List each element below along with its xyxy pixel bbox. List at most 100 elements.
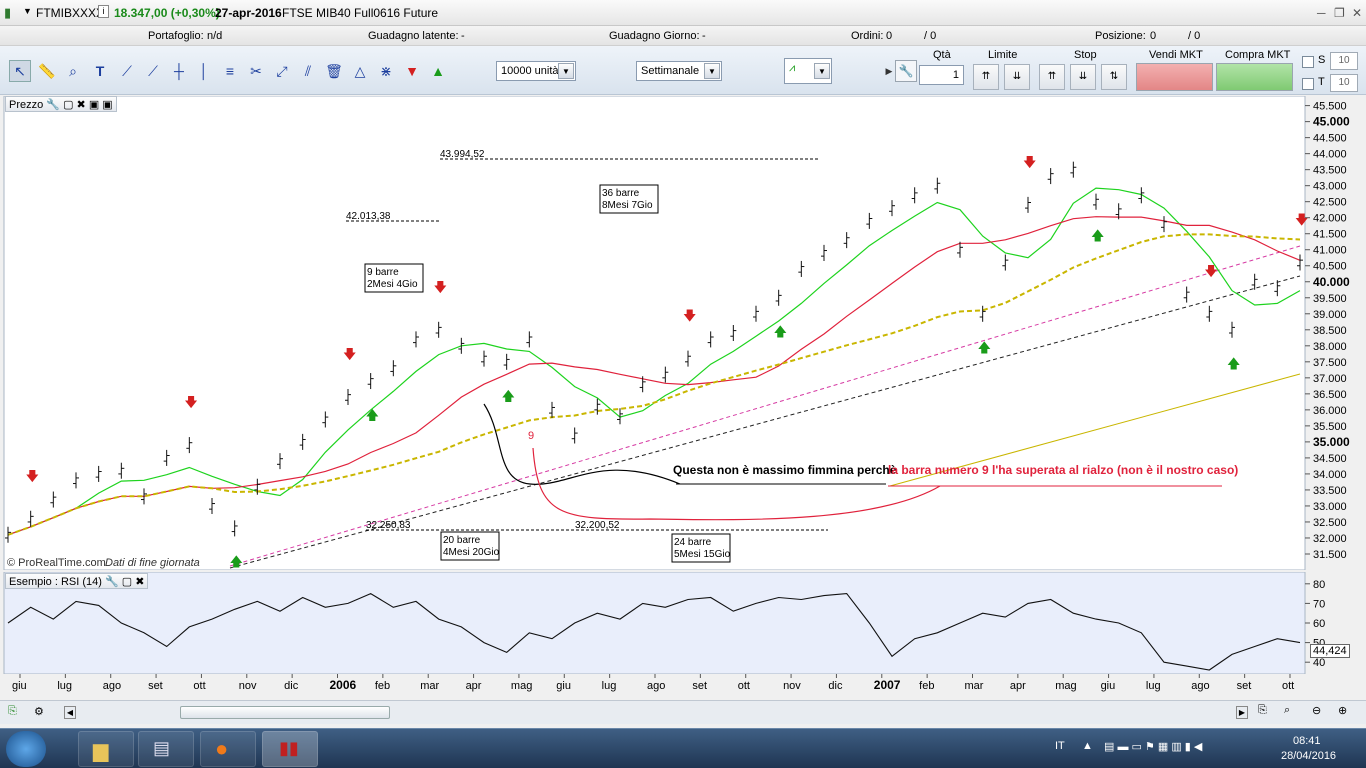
- price-y-axis: 45.500 45.000 44.500 44.000 43.500 43.000 42.5…: [1305, 101, 1350, 561]
- app-taskbar-button[interactable]: ▤: [138, 731, 194, 767]
- price-panel-header[interactable]: Prezzo 🔧 ▢ ✖ ▣ ▣: [5, 96, 117, 112]
- buy-signal-icon: 🡅: [230, 555, 243, 570]
- rsi-chart[interactable]: 8070605040: [0, 572, 1366, 674]
- chevron-down-icon[interactable]: ▼: [558, 63, 574, 79]
- zoom-in-icon[interactable]: ⊕: [1338, 704, 1347, 717]
- chevron-down-icon[interactable]: ▼: [814, 63, 830, 79]
- candles-icon: ▮: [4, 5, 12, 20]
- y-tick-label: 45.000: [1313, 115, 1350, 129]
- x-tick-label: feb: [375, 680, 390, 692]
- limit-buy-button[interactable]: ⇈: [973, 64, 999, 90]
- y-tick-label: 41.500: [1313, 229, 1347, 241]
- portfolio-value: n/d: [207, 30, 223, 42]
- stop-limit-button[interactable]: ⇅: [1101, 64, 1127, 90]
- x-tick-label: mar: [420, 680, 439, 692]
- indicators-button[interactable]: ⩘ ▼: [784, 58, 832, 84]
- stop-sell-button[interactable]: ⇊: [1070, 64, 1096, 90]
- wrench-icon[interactable]: 🔧: [105, 576, 119, 588]
- move-down-icon[interactable]: ▣: [102, 99, 112, 111]
- restore-icon[interactable]: ❐: [1334, 6, 1345, 20]
- buy-mkt-label: Compra MKT: [1225, 49, 1291, 61]
- t-input[interactable]: 10: [1330, 74, 1358, 92]
- parallel-lines-icon[interactable]: ⫽: [297, 60, 319, 82]
- chart-icon[interactable]: ⎘: [8, 705, 17, 718]
- zoom-icon[interactable]: ⌕: [62, 60, 84, 82]
- x-tick-label: nov: [783, 680, 801, 692]
- sell-signal-icon: 🡇: [1295, 213, 1308, 228]
- y-tick-label: 33.500: [1313, 485, 1347, 497]
- info-icon[interactable]: i: [98, 5, 109, 18]
- scroll-thumb[interactable]: [180, 706, 390, 719]
- buy-arrow-icon[interactable]: ▲: [427, 60, 449, 82]
- text-tool-icon[interactable]: T: [89, 60, 111, 82]
- bars-box-text: 5Mesi 15Gio: [674, 549, 731, 560]
- firefox-taskbar-button[interactable]: ●: [200, 731, 256, 767]
- close-icon[interactable]: ✕: [1352, 6, 1362, 20]
- t-checkbox[interactable]: [1302, 78, 1314, 90]
- wrench-icon[interactable]: 🔧: [895, 60, 917, 82]
- units-select[interactable]: 10000 unità ▼: [496, 61, 576, 81]
- minimize-icon[interactable]: ─: [1317, 6, 1326, 20]
- zoom-fit-icon[interactable]: ⌕: [1284, 704, 1290, 717]
- window-icon[interactable]: ▢: [122, 576, 132, 588]
- channel-icon[interactable]: ⤢: [271, 60, 293, 82]
- x-tick-label: ott: [1282, 680, 1294, 692]
- x-tick-label: mag: [511, 680, 532, 692]
- horizontal-scrollbar[interactable]: ⎘ ⚙ ◀ ▶ ⎘ ⌕ ⊖ ⊕: [0, 700, 1366, 724]
- symbol-label[interactable]: FTMIBXXXX: [36, 6, 104, 20]
- move-up-icon[interactable]: ▣: [89, 99, 99, 111]
- buy-signal-icon: 🡅: [502, 389, 515, 404]
- gann-fan-icon[interactable]: ⋇: [375, 60, 397, 82]
- position-total: / 0: [1188, 30, 1201, 42]
- settings-icon[interactable]: ⚙: [34, 705, 44, 718]
- panel-arrow-icon[interactable]: ▶: [885, 60, 893, 82]
- wrench-icon[interactable]: 🔧: [46, 99, 60, 111]
- y-tick-label: 43.000: [1313, 181, 1347, 193]
- drawing-toolbar: ↖ 📏 ⌕ T ⟋ ⟋ ┼ │ ≡ ✂ ⤢ ⫽ 🗑 △ ⋇ ▼ ▲ 10000 …: [0, 46, 1366, 95]
- bars-box-text: 4Mesi 20Gio: [443, 547, 500, 558]
- qty-input[interactable]: 1: [919, 65, 964, 85]
- clock-date[interactable]: 28/04/2016: [1281, 750, 1336, 762]
- buy-market-button[interactable]: [1216, 63, 1293, 91]
- sell-arrow-icon[interactable]: ▼: [401, 60, 423, 82]
- pointer-icon[interactable]: ↖: [9, 60, 31, 82]
- dropdown-arrow-icon[interactable]: ▼: [23, 6, 32, 16]
- fit-icon[interactable]: ⎘: [1258, 704, 1267, 717]
- s-checkbox[interactable]: [1302, 56, 1314, 68]
- tools-icon[interactable]: ✂: [245, 60, 267, 82]
- ruler-icon[interactable]: 📏: [36, 60, 58, 82]
- rsi-panel-header[interactable]: Esempio : RSI (14) 🔧 ▢ ✖: [5, 573, 149, 589]
- close-icon[interactable]: ✖: [135, 576, 144, 588]
- zoom-out-icon[interactable]: ⊖: [1312, 704, 1321, 717]
- fibonacci-icon[interactable]: ≡: [219, 60, 241, 82]
- note-text: Questa non è massimo fimmina perchè: [673, 463, 897, 477]
- close-icon[interactable]: ✖: [77, 99, 86, 111]
- price-chart[interactable]: 43.994,52 42.013,38 32.250,83 32.200,52 36 b…: [0, 96, 1366, 570]
- triangle-icon[interactable]: △: [349, 60, 371, 82]
- x-tick-label: set: [148, 680, 163, 692]
- line-icon[interactable]: ⟋: [116, 60, 138, 82]
- s-input[interactable]: 10: [1330, 52, 1358, 70]
- x-tick-label: ott: [193, 680, 205, 692]
- explorer-taskbar-button[interactable]: ▆: [78, 731, 134, 767]
- stop-buy-button[interactable]: ⇈: [1039, 64, 1065, 90]
- vertical-line-icon[interactable]: │: [193, 60, 215, 82]
- delete-icon[interactable]: 🗑: [323, 60, 345, 82]
- scroll-right-icon[interactable]: ▶: [1236, 706, 1248, 719]
- language-indicator[interactable]: IT: [1055, 740, 1065, 752]
- clock-time[interactable]: 08:41: [1293, 735, 1321, 747]
- period-select[interactable]: Settimanale ▼: [636, 61, 722, 81]
- tray-arrow-icon[interactable]: ▲: [1082, 740, 1093, 752]
- window-icon[interactable]: ▢: [63, 99, 73, 111]
- scroll-left-icon[interactable]: ◀: [64, 706, 76, 719]
- y-tick-label: 32.500: [1313, 517, 1347, 529]
- start-button[interactable]: [6, 731, 46, 767]
- y-tick-label: 32.000: [1313, 533, 1347, 545]
- limit-sell-button[interactable]: ⇊: [1004, 64, 1030, 90]
- tray-icons[interactable]: ▤ ▬ ▭ ⚑ ▦ ▥ ▮ ◀: [1104, 740, 1202, 753]
- prorealtime-taskbar-button[interactable]: ▮▮: [262, 731, 318, 767]
- trendline-icon[interactable]: ⟋: [142, 60, 164, 82]
- sell-market-button[interactable]: [1136, 63, 1213, 91]
- chevron-down-icon[interactable]: ▼: [704, 63, 720, 79]
- horizontal-line-icon[interactable]: ┼: [168, 60, 190, 82]
